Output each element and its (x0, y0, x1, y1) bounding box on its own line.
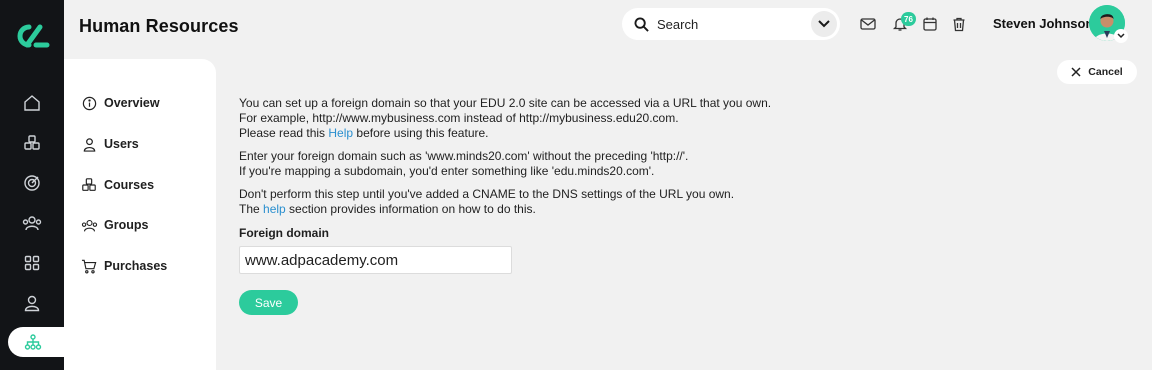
sidebar-item-courses[interactable]: Courses (80, 173, 154, 197)
foreign-domain-input[interactable] (239, 246, 512, 274)
home-icon[interactable] (16, 87, 48, 119)
instruction-text: If you're mapping a subdomain, you'd ent… (239, 164, 655, 178)
help-link[interactable]: Help (328, 126, 353, 140)
search-label: Search (657, 16, 699, 32)
user-name[interactable]: Steven Johnson (993, 16, 1093, 31)
sidebar-item-overview[interactable]: Overview (80, 91, 160, 115)
cancel-button[interactable]: Cancel (1057, 60, 1137, 84)
courses-icon (80, 176, 98, 194)
left-rail (0, 0, 66, 370)
calendar-icon[interactable] (920, 14, 940, 34)
trash-icon[interactable] (949, 14, 969, 34)
user-icon (80, 135, 98, 153)
close-icon (1071, 67, 1081, 77)
page-title: Human Resources (79, 16, 239, 36)
sidebar-item-purchases[interactable]: Purchases (80, 254, 167, 278)
info-icon (80, 94, 98, 112)
chevron-down-icon (818, 20, 830, 28)
org-chart-icon (24, 334, 42, 350)
instruction-text: The (239, 202, 264, 216)
target-icon[interactable] (16, 167, 48, 199)
cart-icon (80, 257, 98, 275)
sidebar-item-label: Users (104, 137, 139, 151)
instruction-text: section provides information on how to d… (285, 202, 536, 216)
instruction-text: Enter your foreign domain such as 'www.m… (239, 149, 689, 163)
instruction-text: For example, http://www.mybusiness.com i… (239, 111, 679, 125)
instruction-text: Don't perform this step until you've add… (239, 187, 735, 201)
sidebar-item-users[interactable]: Users (80, 132, 139, 156)
sidebar-item-label: Purchases (104, 259, 168, 273)
app-logo[interactable] (0, 0, 64, 72)
user-menu-toggle[interactable] (1114, 29, 1128, 43)
profile-icon[interactable] (16, 287, 48, 319)
cubes-icon[interactable] (16, 127, 48, 159)
save-button[interactable]: Save (239, 290, 298, 315)
grid-icon[interactable] (16, 247, 48, 279)
sidebar: Overview Users Courses Groups Purchases (64, 59, 216, 370)
help-section-link[interactable]: help (263, 202, 286, 216)
chevron-down-icon (1117, 33, 1125, 39)
instructions-paragraph-2: Enter your foreign domain such as 'www.m… (239, 149, 839, 179)
instructions-paragraph-3: Don't perform this step until you've add… (239, 187, 839, 217)
sidebar-item-label: Groups (104, 218, 149, 232)
groups-icon (80, 216, 98, 234)
search-icon (634, 16, 649, 32)
instruction-text: You can set up a foreign domain so that … (239, 96, 772, 110)
people-icon[interactable] (16, 207, 48, 239)
sidebar-item-groups[interactable]: Groups (80, 213, 148, 237)
instructions-paragraph-1: You can set up a foreign domain so that … (239, 96, 839, 141)
cancel-label: Cancel (1088, 66, 1123, 78)
search-dropdown-toggle[interactable] (811, 11, 837, 37)
notification-count-badge: 76 (901, 12, 916, 26)
mail-icon[interactable] (858, 14, 878, 34)
org-chart-nav-active[interactable] (8, 327, 66, 357)
instruction-text: Please read this (239, 126, 329, 140)
search-box[interactable]: Search (622, 8, 840, 40)
instruction-text: before using this feature. (353, 126, 489, 140)
sidebar-item-label: Courses (104, 178, 155, 192)
instructions: You can set up a foreign domain so that … (239, 96, 839, 225)
sidebar-item-label: Overview (104, 96, 160, 110)
foreign-domain-label: Foreign domain (239, 226, 329, 240)
